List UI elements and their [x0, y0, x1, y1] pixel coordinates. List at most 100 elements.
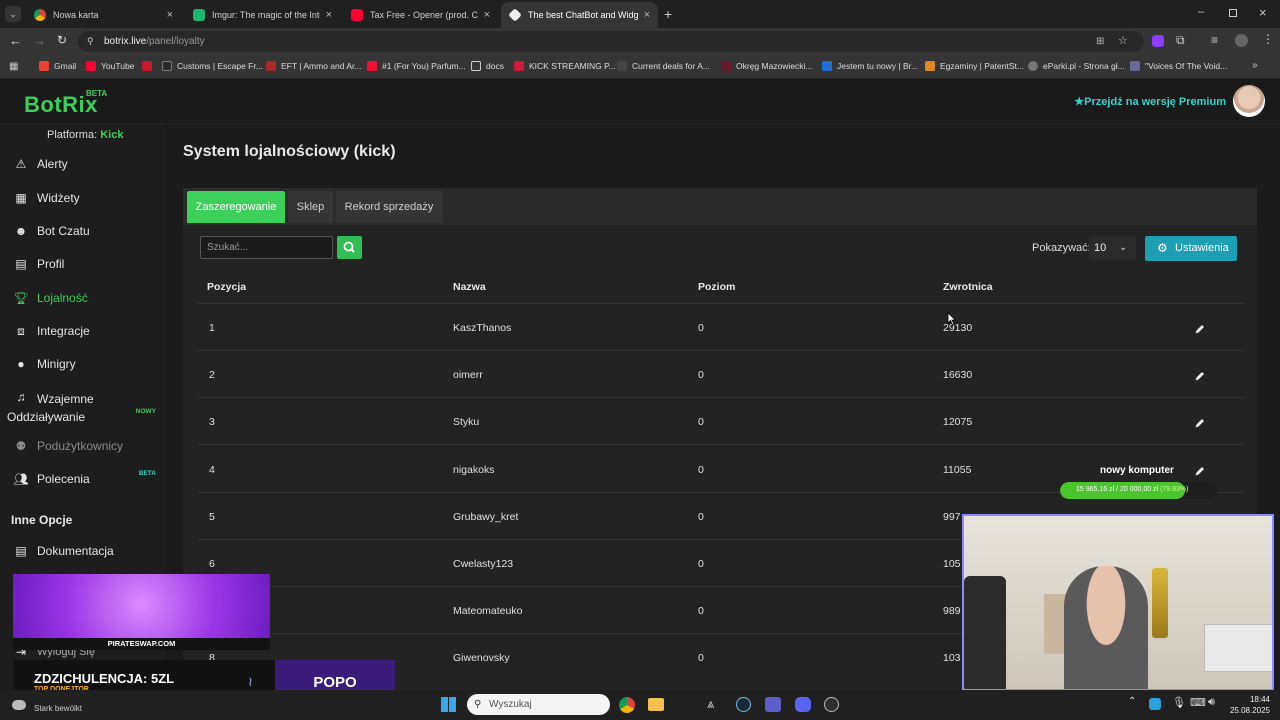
profile-card-icon: ▤ [15, 257, 27, 271]
window-close-icon[interactable]: × [1259, 5, 1267, 20]
weather-icon[interactable] [12, 700, 26, 710]
sidebar-item-wzajemne-oddzialywanie[interactable]: ♫ Wzajemne Oddziaływanie NOWY [0, 387, 166, 427]
sidebar-item-widzety[interactable]: ▦ Widżety [0, 183, 166, 213]
bookmark-docs[interactable]: docs [471, 61, 504, 71]
bookmark-customs-escape[interactable]: Customs | Escape Fr... [162, 61, 263, 71]
edit-pencil-icon[interactable] [1194, 323, 1206, 335]
chevron-down-icon: ⌄ [1119, 242, 1128, 253]
taskbar-search[interactable]: ⚲ Wyszukaj [467, 694, 610, 715]
close-icon[interactable]: × [326, 9, 332, 21]
bookmark-eft-ammo[interactable]: EFT | Ammo and Ar... [266, 61, 361, 71]
close-icon[interactable]: × [484, 9, 490, 21]
avatar[interactable] [1233, 85, 1265, 117]
tray-chevron-icon[interactable]: ⌃ [1128, 696, 1136, 707]
browser-tab-imgur[interactable]: Imgur: The magic of the Internet× [185, 2, 340, 28]
search-icon [343, 241, 355, 253]
apps-grid-icon[interactable]: ▦ [9, 61, 18, 72]
extension-icon[interactable] [1152, 35, 1164, 47]
settings-button[interactable]: ⚙ Ustawienia [1145, 236, 1237, 261]
webcam-person [1064, 566, 1148, 689]
edit-pencil-icon[interactable] [1194, 417, 1206, 429]
teams-icon[interactable] [765, 697, 781, 712]
bookmark-star-icon[interactable]: ☆ [1118, 31, 1128, 52]
row-divider [197, 397, 1245, 399]
more-bookmarks-icon[interactable]: » [1252, 60, 1258, 71]
bookmark-jestem-tu-nowy[interactable]: Jestem tu nowy | Br... [822, 61, 918, 71]
tab-sklep[interactable]: Sklep [288, 191, 333, 223]
premium-link[interactable]: ★Przejdź na wersję Premium [1074, 95, 1226, 108]
bookmark-gmail[interactable]: Gmail [39, 61, 76, 71]
sidebar-item-lojalnosc[interactable]: 🏆︎ Lojalność [0, 283, 166, 313]
back-icon[interactable]: ← [9, 33, 22, 48]
bookmark-parfum[interactable]: #1 (For You) Parfum... [367, 61, 466, 71]
youtube-icon [86, 61, 96, 71]
close-icon[interactable]: × [167, 9, 173, 21]
gamepad-icon: ● [17, 357, 25, 371]
bookmark-eparki[interactable]: eParki.pl - Strona gł... [1028, 61, 1125, 71]
tab-rekord-sprzedazy[interactable]: Rekord sprzedaży [336, 191, 442, 223]
bookmark-youtube[interactable]: YouTube [86, 61, 134, 71]
chrome-taskbar-icon[interactable] [619, 697, 635, 713]
new-tab-plus-icon[interactable]: + [664, 6, 672, 22]
obs-icon[interactable] [824, 697, 839, 712]
folder-icon [471, 61, 481, 71]
sidebar-item-bot-czatu[interactable]: ☻ Bot Czatu [0, 216, 166, 246]
bookmark-customs[interactable] [142, 61, 157, 71]
extensions-puzzle-icon[interactable]: ⧉ [1176, 33, 1185, 48]
address-bar[interactable]: ⚲ botrix.live/panel/loyalty ⊞ ☆ [78, 31, 1144, 52]
column-header-pozycja[interactable]: Pozycja [207, 281, 246, 293]
edit-pencil-icon[interactable] [1194, 370, 1206, 382]
sidebar-item-minigry[interactable]: ● Minigry [0, 349, 166, 379]
bookmark-current-deals[interactable]: Current deals for A... [617, 61, 710, 71]
gear-icon: ⚙ [1157, 241, 1168, 255]
taskbar-clock[interactable]: 18:44 25.08.2025 [1228, 694, 1270, 716]
tray-app-icon[interactable] [1149, 698, 1161, 710]
sidebar-item-alerty[interactable]: ⚠ Alerty [0, 149, 166, 179]
page-size-label: Pokazywać: [1032, 242, 1091, 254]
warning-icon: ⚠ [15, 157, 27, 171]
menu-dots-icon[interactable]: ⋮ [1262, 32, 1274, 46]
tab-search-button[interactable]: ⌄ [5, 6, 21, 22]
explorer-icon[interactable] [648, 698, 664, 711]
discord-icon[interactable] [795, 697, 811, 712]
reload-icon[interactable]: ↻ [57, 33, 67, 47]
browser-tab-new-tab[interactable]: Nowa karta × [26, 2, 181, 28]
volume-icon[interactable]: 🔊︎ [1208, 696, 1215, 709]
column-header-zwrotnica[interactable]: Zwrotnica [943, 281, 993, 293]
sidebar-item-integracje[interactable]: ⧈ Integracje [0, 316, 166, 346]
sidebar-item-poduzytkownicy[interactable]: ⚉ Podużytkownicy [0, 431, 166, 461]
sidebar-item-dokumentacja[interactable]: ▤ Dokumentacja [0, 536, 166, 566]
cell-nazwa: Mateomateuko [453, 605, 523, 618]
browser-tab-youtube[interactable]: Tax Free - Opener (prod. CUZOMY)× [343, 2, 498, 28]
page-size-select[interactable]: 10 ⌄ [1089, 236, 1136, 260]
cell-poziom: 0 [698, 463, 704, 476]
translate-icon[interactable]: ⊞ [1096, 31, 1104, 52]
edit-pencil-icon[interactable] [1194, 465, 1206, 477]
microphone-icon[interactable]: 🎙︎ [1172, 696, 1186, 709]
tab-zaszeregowanie[interactable]: Zaszeregowanie [187, 191, 285, 223]
column-header-nazwa[interactable]: Nazwa [453, 281, 486, 293]
browser-tab-botrix[interactable]: The best ChatBot and Widgets× [501, 2, 658, 28]
bookmark-kick-streaming[interactable]: KICK STREAMING P... [514, 61, 616, 71]
sidebar-item-polecenia[interactable]: 👥︎ Polecenia BETA [0, 464, 166, 494]
media-icon[interactable]: ≡ [1211, 33, 1218, 47]
app-icon[interactable]: ⩓ [707, 696, 714, 712]
minimize-icon[interactable]: – [1198, 6, 1204, 18]
bookmark-voices[interactable]: "Voices Of The Void... [1130, 61, 1227, 71]
sidebar-section-title: Inne Opcje [11, 513, 73, 527]
restore-icon[interactable] [1229, 9, 1237, 17]
sidebar-item-profil[interactable]: ▤ Profil [0, 249, 166, 279]
bookmark-egzaminy[interactable]: Egzaminy | PatentSt... [925, 61, 1024, 71]
steam-icon[interactable] [736, 697, 751, 712]
search-input[interactable] [200, 236, 333, 259]
start-icon[interactable] [441, 697, 456, 712]
forward-icon[interactable]: → [33, 33, 46, 48]
bookmark-okreg[interactable]: Okręg Mazowiecki... [721, 61, 813, 71]
webcam-overlay [962, 514, 1274, 691]
column-header-poziom[interactable]: Poziom [698, 281, 735, 293]
search-button[interactable] [337, 236, 362, 259]
close-icon[interactable]: × [644, 9, 650, 21]
patent-icon [925, 61, 935, 71]
profile-icon[interactable] [1235, 34, 1248, 47]
network-icon[interactable]: ⌨ [1190, 696, 1206, 709]
